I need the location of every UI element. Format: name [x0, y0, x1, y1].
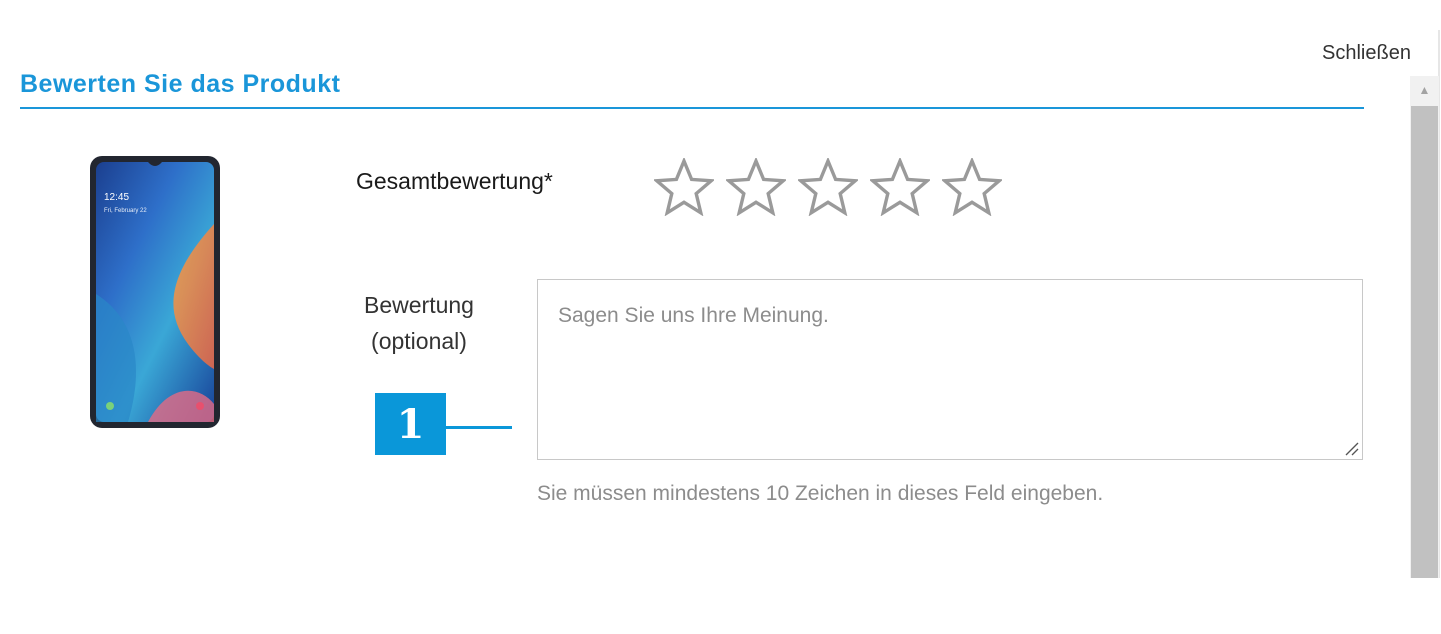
- star-3-icon[interactable]: [798, 158, 858, 216]
- phone-screen-time: 12:45: [104, 192, 129, 203]
- resize-grip-icon[interactable]: [1343, 440, 1359, 456]
- star-4-icon[interactable]: [870, 158, 930, 216]
- star-rating[interactable]: [654, 158, 1002, 216]
- scrollbar-thumb[interactable]: [1411, 106, 1438, 578]
- vertical-scrollbar[interactable]: ▲: [1410, 76, 1439, 578]
- review-label-line1: Bewertung: [364, 292, 474, 318]
- review-dialog: Schließen Bewerten Sie das Produkt 12:45…: [0, 0, 1441, 634]
- review-label-line2: (optional): [371, 328, 467, 354]
- min-chars-hint: Sie müssen mindestens 10 Zeichen in dies…: [537, 482, 1104, 505]
- callout-pointer-line: [446, 426, 512, 429]
- callout-badge: 1: [375, 393, 446, 455]
- star-2-icon[interactable]: [726, 158, 786, 216]
- overall-rating-label: Gesamtbewertung*: [356, 168, 553, 194]
- product-image: 12:45 Fri, February 22: [88, 154, 222, 430]
- scroll-up-arrow-icon[interactable]: ▲: [1410, 76, 1439, 104]
- phone-screen-date: Fri, February 22: [104, 208, 147, 214]
- smartphone-icon: 12:45 Fri, February 22: [90, 156, 220, 428]
- review-label: Bewertung (optional): [356, 287, 482, 359]
- close-link[interactable]: Schließen: [1322, 42, 1411, 65]
- dialog-title: Bewerten Sie das Produkt: [20, 70, 341, 98]
- title-divider: [20, 107, 1364, 109]
- review-textarea[interactable]: [537, 279, 1363, 460]
- star-1-icon[interactable]: [654, 158, 714, 216]
- star-5-icon[interactable]: [942, 158, 1002, 216]
